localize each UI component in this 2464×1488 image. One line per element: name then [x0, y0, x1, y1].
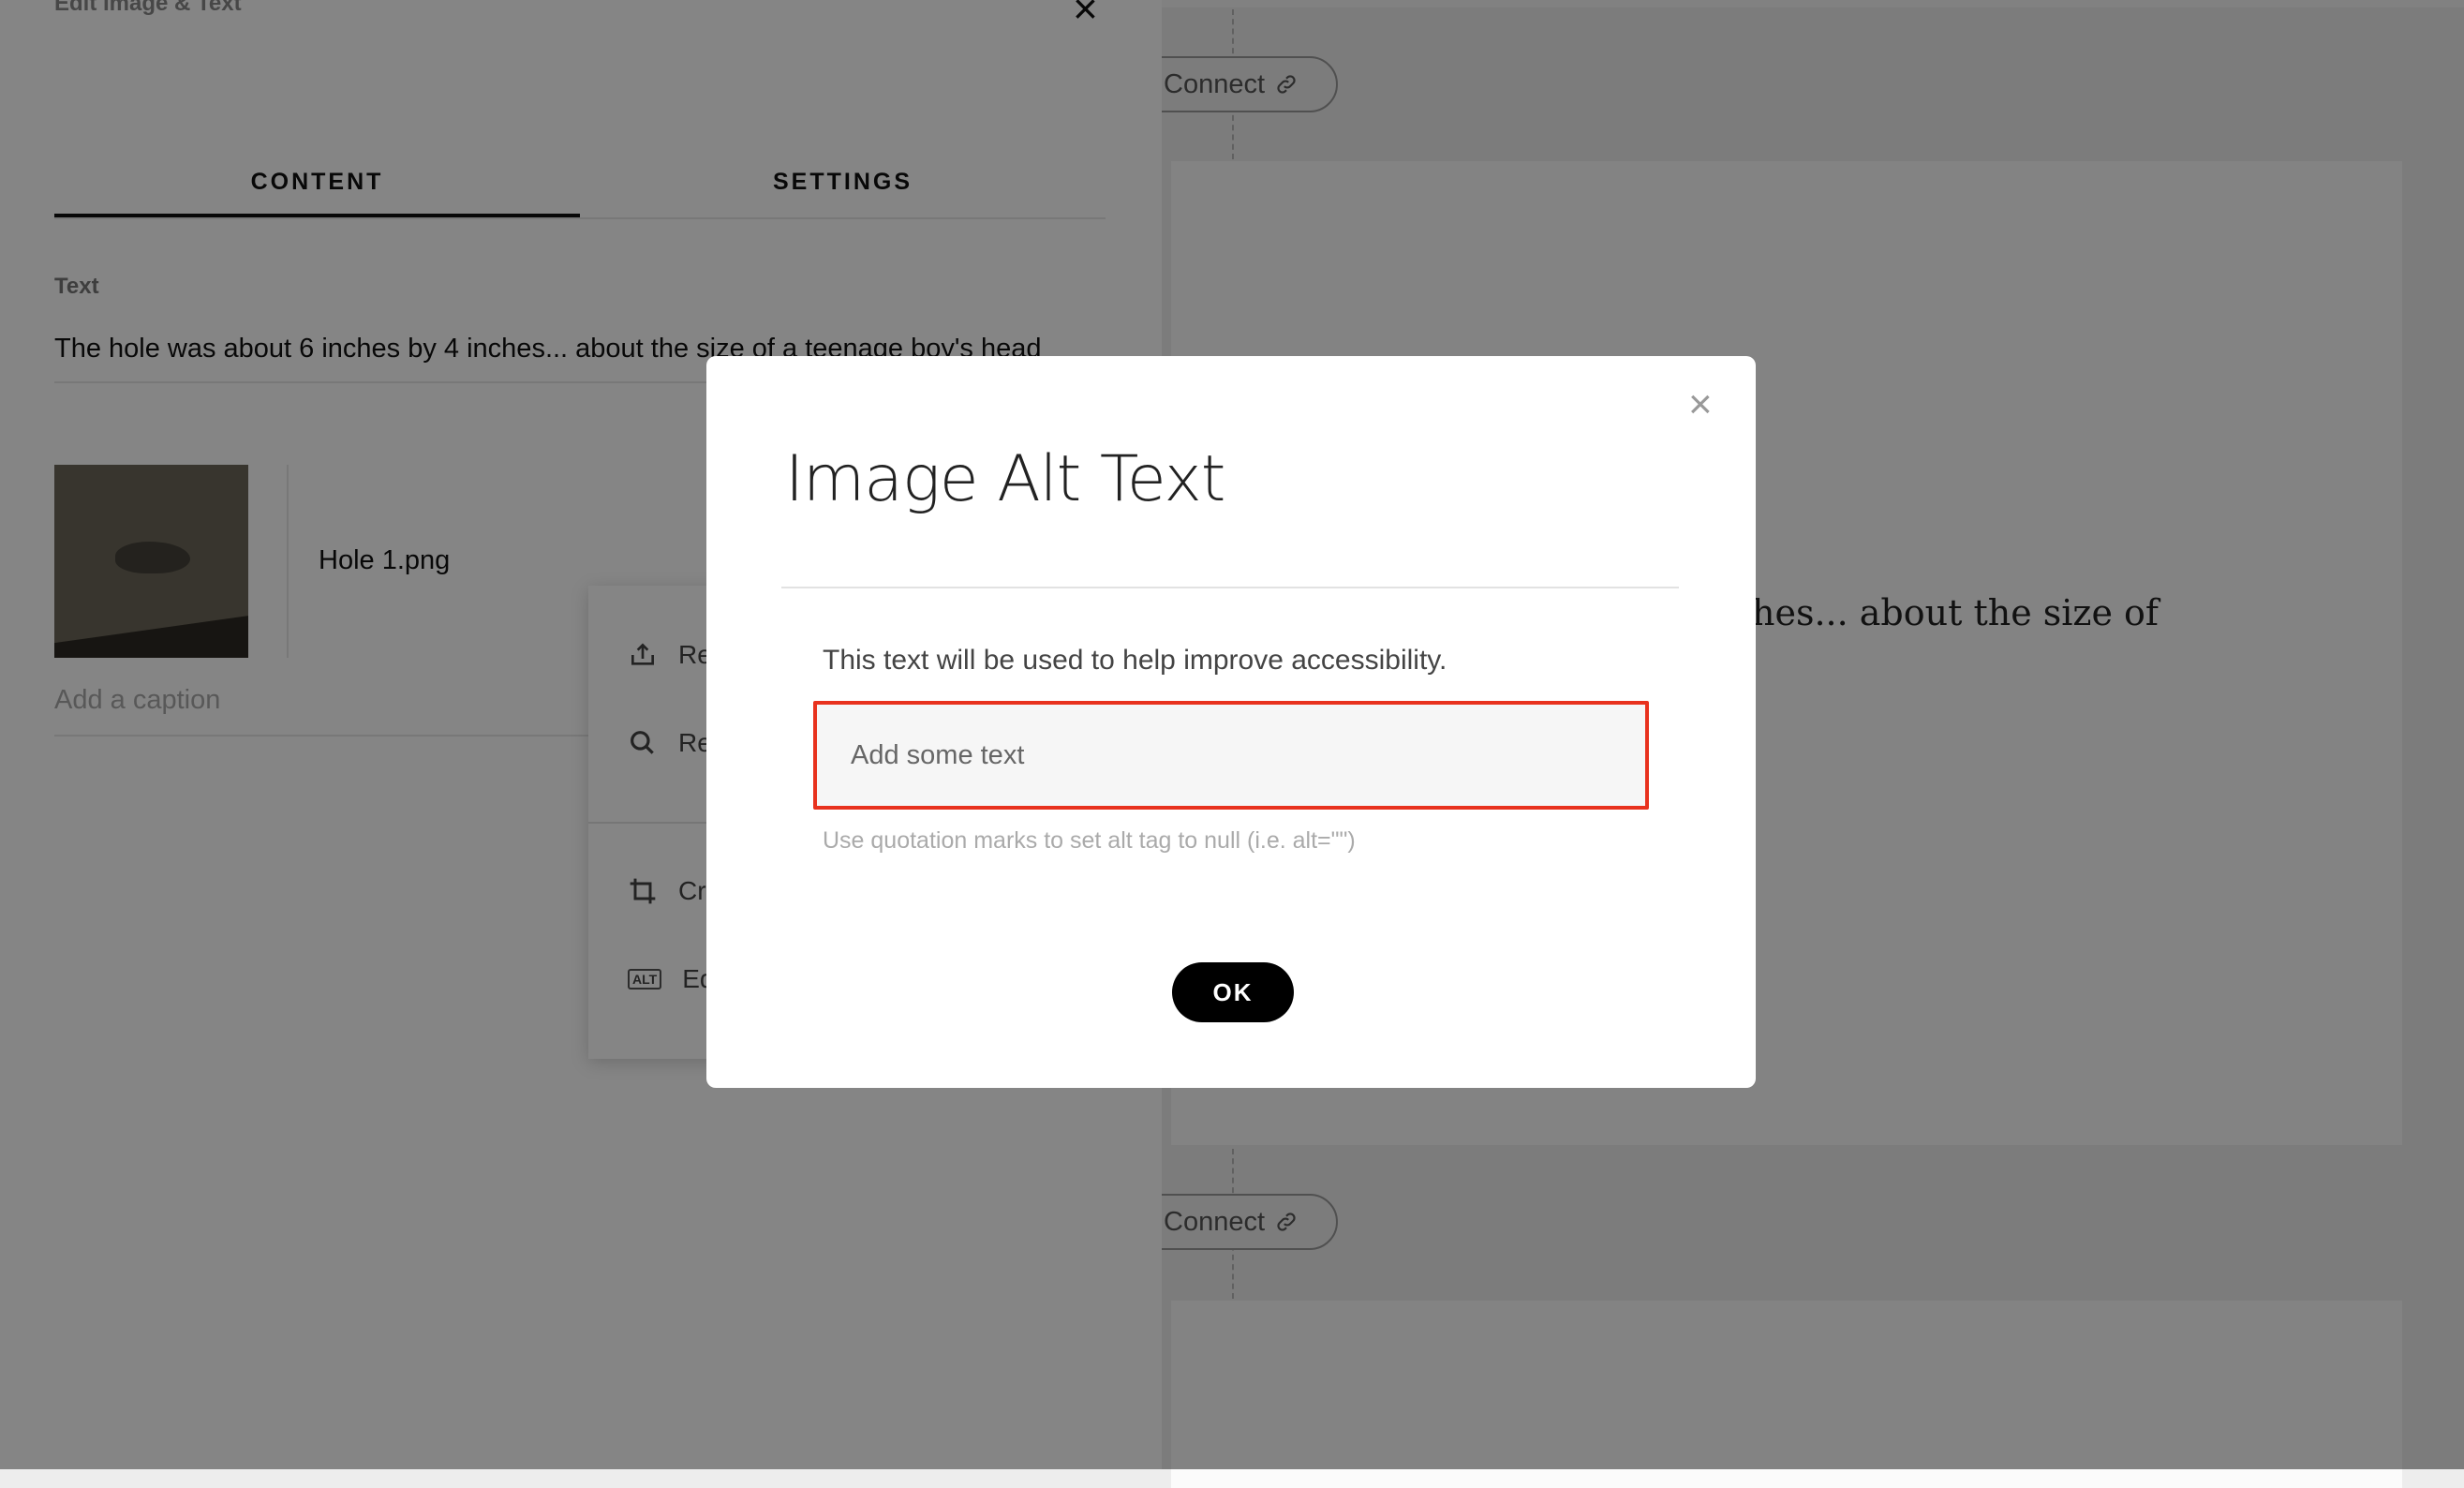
close-icon[interactable]: ×: [1688, 384, 1713, 425]
ok-button[interactable]: OK: [1172, 962, 1294, 1022]
alt-text-modal: × Image Alt Text This text will be used …: [706, 356, 1756, 1088]
alt-text-placeholder: Add some text: [851, 739, 1025, 770]
modal-divider: [781, 587, 1679, 588]
alt-text-input[interactable]: Add some text: [813, 701, 1649, 810]
modal-description: This text will be used to help improve a…: [823, 645, 1447, 676]
modal-hint: Use quotation marks to set alt tag to nu…: [823, 827, 1356, 854]
modal-title: Image Alt Text: [785, 442, 1225, 516]
